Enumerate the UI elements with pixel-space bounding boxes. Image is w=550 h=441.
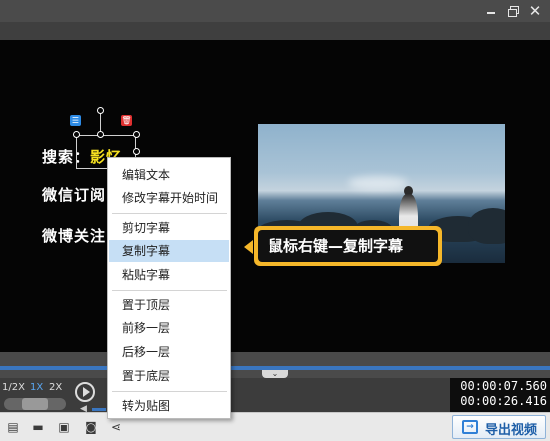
export-video-button[interactable]: → 导出视频 — [452, 415, 546, 439]
menu-strip — [0, 22, 550, 40]
menu-item-edit-text[interactable]: 编辑文本 — [109, 164, 229, 186]
save-icon[interactable]: ▣ — [57, 420, 71, 434]
menu-item-copy-subtitle[interactable]: 复制字幕 — [109, 240, 229, 262]
rotate-handle[interactable] — [97, 107, 104, 114]
delete-icon[interactable]: 🗑 — [121, 115, 132, 126]
sky-glow — [348, 176, 408, 190]
seek-bar[interactable]: ⌄ — [0, 352, 550, 378]
video-preview[interactable]: 搜索：影忆 微信订阅 微博关注 ☰ 🗑 鼠标右键—复制字幕 — [0, 40, 550, 352]
speed-half-button[interactable]: 1/2X — [2, 382, 25, 393]
resize-handle-top-right[interactable] — [133, 131, 140, 138]
jog-knob[interactable] — [22, 398, 48, 410]
title-bar: ✕ — [0, 0, 550, 22]
total-time: 00:00:26.416 — [460, 394, 547, 408]
resize-handle-top-left[interactable] — [73, 131, 80, 138]
minimize-icon[interactable] — [483, 3, 499, 19]
speed-normal-button[interactable]: 1X — [30, 382, 43, 393]
open-folder-icon[interactable]: ▬ — [31, 420, 45, 434]
restore-icon[interactable] — [505, 3, 521, 19]
menu-item-paste-subtitle[interactable]: 粘贴字幕 — [109, 264, 229, 286]
menu-separator — [112, 290, 227, 291]
export-video-label: 导出视频 — [485, 423, 538, 438]
jog-slider[interactable] — [4, 398, 66, 410]
menu-separator — [112, 213, 227, 214]
menu-item-send-to-back[interactable]: 置于底层 — [109, 365, 229, 387]
resize-handle-top[interactable] — [97, 131, 104, 138]
new-project-icon[interactable]: ▤ — [6, 420, 20, 434]
volume-slider[interactable] — [92, 408, 106, 411]
subtitle-weibo[interactable]: 微博关注 — [42, 225, 106, 246]
rock — [468, 208, 505, 244]
save-as-icon[interactable]: ◙ — [84, 420, 98, 434]
subtitle-wechat[interactable]: 微信订阅 — [42, 184, 106, 205]
callout-pointer — [244, 240, 253, 254]
share-icon[interactable]: ⋖ — [109, 420, 123, 434]
close-icon[interactable]: ✕ — [527, 3, 543, 19]
menu-item-bring-to-front[interactable]: 置于顶层 — [109, 294, 229, 316]
menu-item-send-backward[interactable]: 后移一层 — [109, 341, 229, 363]
menu-item-convert-to-sticker[interactable]: 转为贴图 — [109, 395, 229, 417]
play-button[interactable] — [75, 382, 95, 402]
timecode-display: 00:00:07.560 00:00:26.416 — [450, 378, 550, 412]
collapse-toggle[interactable]: ⌄ — [262, 370, 288, 378]
menu-item-cut-subtitle[interactable]: 剪切字幕 — [109, 217, 229, 239]
menu-item-change-start-time[interactable]: 修改字幕开始时间 — [109, 187, 229, 209]
current-time: 00:00:07.560 — [460, 379, 547, 393]
callout-box: 鼠标右键—复制字幕 — [254, 226, 442, 266]
context-menu: 编辑文本 修改字幕开始时间 剪切字幕 复制字幕 粘贴字幕 置于顶层 前移一层 后… — [107, 157, 231, 419]
menu-separator — [112, 391, 227, 392]
export-icon: → — [462, 420, 478, 434]
bottom-toolbar: ▤ ▬ ▣ ◙ ⋖ → 导出视频 — [0, 412, 550, 441]
list-icon[interactable]: ☰ — [70, 115, 81, 126]
speed-double-button[interactable]: 2X — [49, 382, 62, 393]
menu-item-bring-forward[interactable]: 前移一层 — [109, 317, 229, 339]
resize-handle-right[interactable] — [133, 148, 140, 155]
callout-text: 鼠标右键—复制字幕 — [258, 230, 438, 262]
